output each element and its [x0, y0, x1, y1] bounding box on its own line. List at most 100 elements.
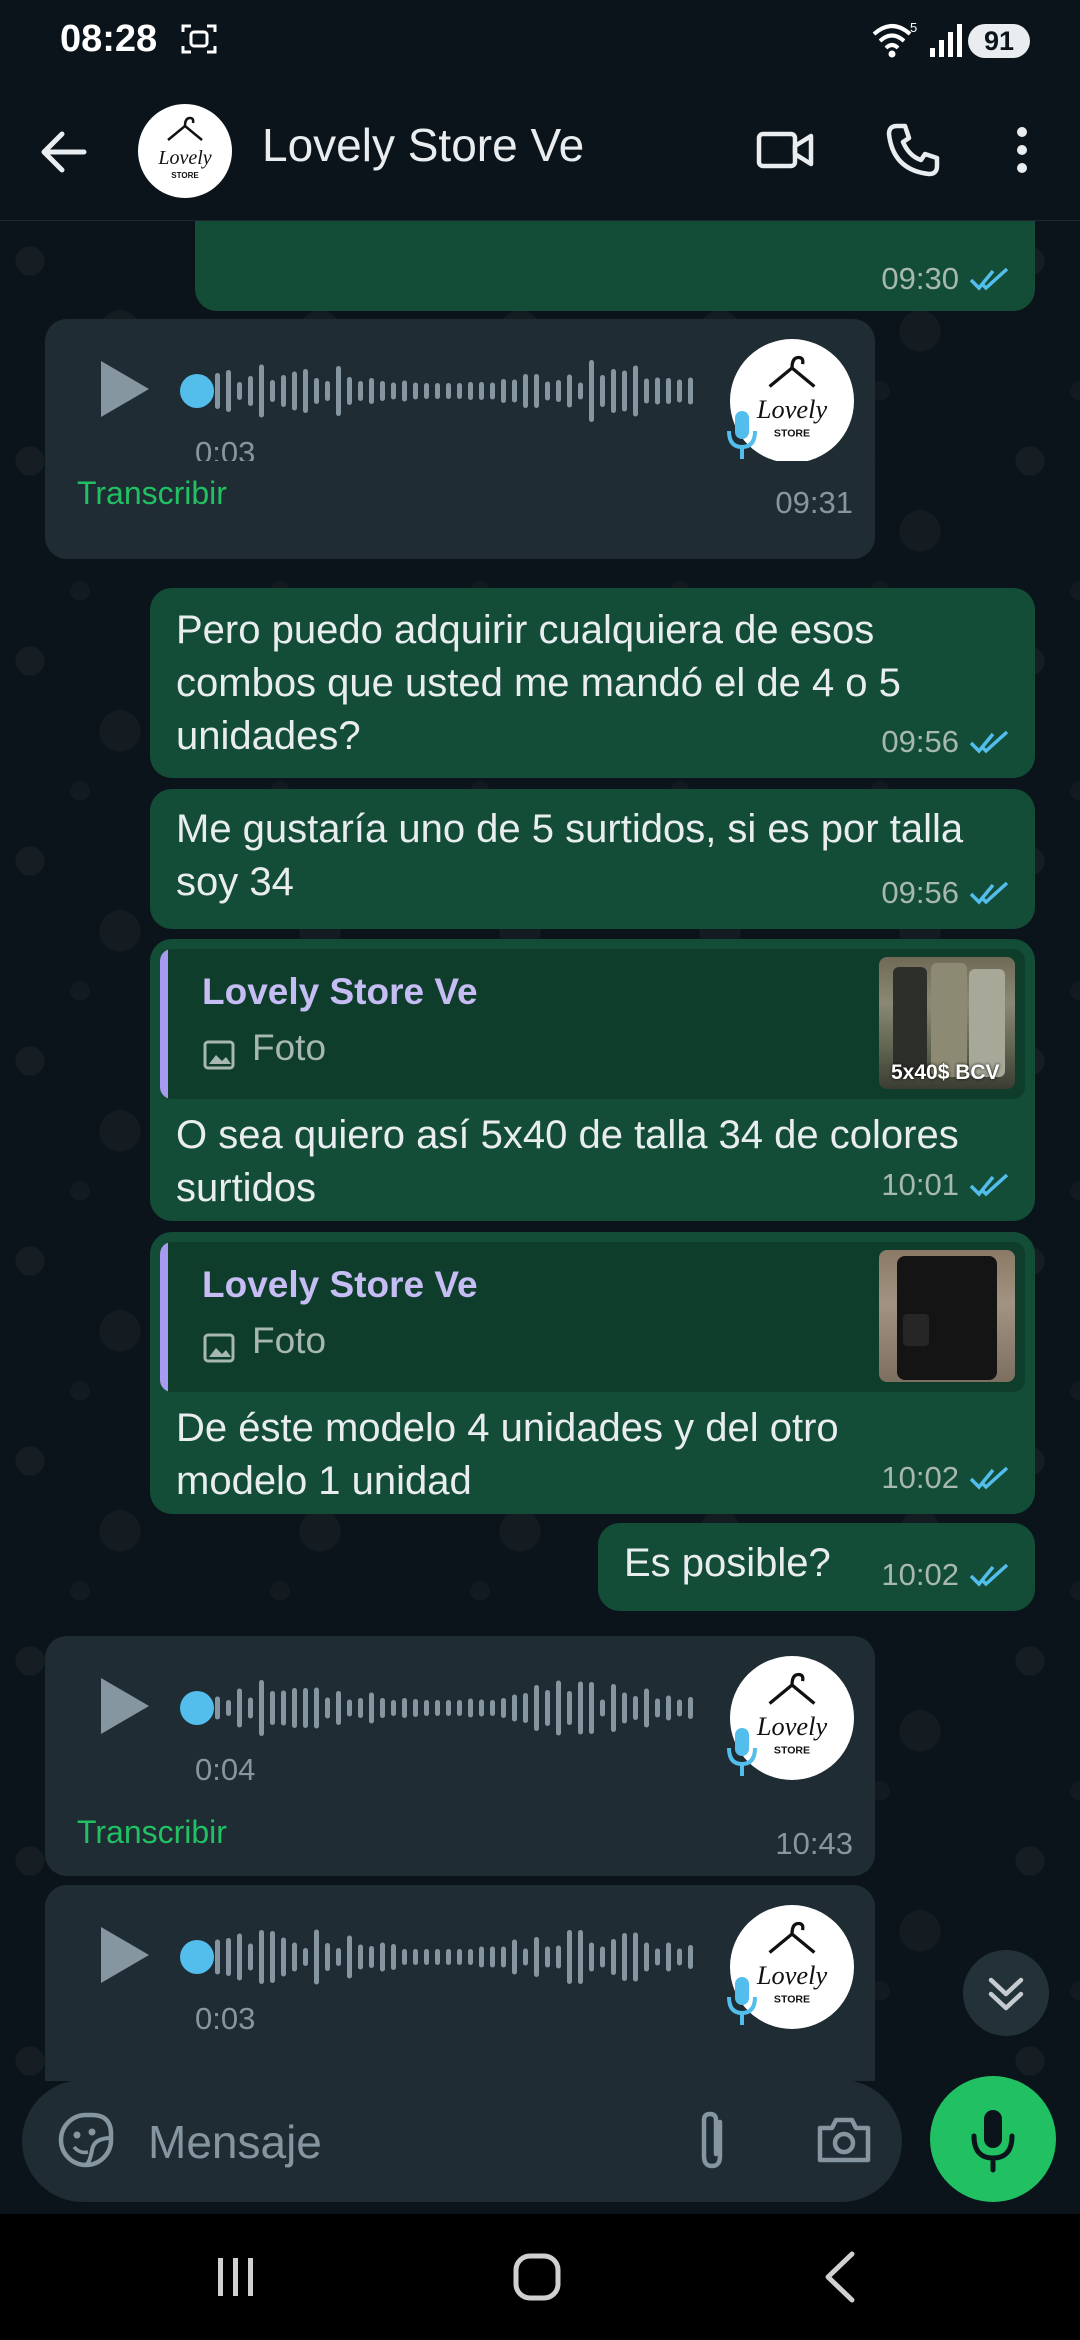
message-text: Pero puedo adquirir cualquiera de esos c… [176, 608, 901, 758]
message-time: 10:01 [881, 1167, 959, 1202]
playback-position[interactable] [180, 374, 214, 408]
mic-badge-icon [727, 1728, 757, 1776]
system-nav-bar [0, 2214, 1080, 2340]
double-check-icon [969, 1173, 1009, 1197]
play-icon[interactable] [97, 1676, 153, 1736]
contact-avatar[interactable]: Lovely STORE [138, 104, 232, 198]
message-time: 09:30 [881, 261, 959, 296]
store-logo: Lovely STORE [157, 116, 212, 180]
svg-text:Lovely: Lovely [756, 394, 828, 424]
waveform[interactable] [215, 1922, 705, 1992]
quoted-message[interactable]: Lovely Store Ve Foto [160, 1242, 1025, 1392]
message-time: 09:56 [881, 724, 959, 759]
message-composer [22, 2080, 902, 2202]
nav-back-icon[interactable] [820, 2250, 860, 2304]
svg-text:Lovely: Lovely [157, 147, 211, 169]
voice-message[interactable]: 0:03 Lovely STORE Transcribir [45, 319, 875, 479]
message-meta: 10:43 [775, 1826, 853, 1862]
voice-record-button[interactable] [930, 2076, 1056, 2202]
message-meta: 09:31 [775, 485, 853, 521]
double-check-icon [969, 881, 1009, 905]
reply-message[interactable]: Lovely Store Ve Foto De éste modelo 4 un… [150, 1232, 1035, 1514]
playback-position[interactable] [180, 1940, 214, 1974]
message-meta: 09:30 [881, 261, 1013, 297]
scroll-to-bottom-button[interactable] [963, 1950, 1049, 2036]
waveform[interactable] [215, 356, 705, 426]
quoted-sender: Lovely Store Ve [202, 1264, 478, 1305]
back-arrow-icon[interactable] [36, 124, 92, 180]
svg-text:5: 5 [910, 20, 917, 35]
mic-icon [971, 2110, 1015, 2173]
svg-text:STORE: STORE [774, 1994, 810, 2006]
chat-header: Lovely STORE Lovely Store Ve [0, 80, 1080, 221]
signal-icon [930, 24, 962, 57]
message-time: 10:43 [775, 1826, 853, 1861]
quoted-sender: Lovely Store Ve [202, 971, 478, 1012]
quoted-thumbnail: 5x40$ BCV [879, 957, 1015, 1089]
quoted-type: Foto [252, 1320, 327, 1361]
chat-area[interactable]: 09:30 0:03 Lovely STORE Transcribir Tran… [0, 221, 1080, 2081]
svg-text:Lovely: Lovely [756, 1960, 828, 1990]
reply-message[interactable]: Lovely Store Ve Foto 5x40$ BCV O sea qui… [150, 939, 1035, 1221]
quote-bar [160, 949, 168, 1099]
wifi-icon: 5 [872, 20, 917, 58]
transcribe-link[interactable]: Transcribir [77, 1814, 227, 1851]
message-input[interactable] [146, 2102, 670, 2182]
contact-name[interactable]: Lovely Store Ve [262, 118, 584, 172]
svg-text:Lovely: Lovely [756, 1711, 828, 1741]
play-icon[interactable] [97, 1925, 153, 1985]
message-time: 10:02 [881, 1557, 959, 1592]
message-meta: 10:02 [881, 1557, 1013, 1593]
svg-text:STORE: STORE [774, 428, 810, 440]
mic-badge-icon [727, 1977, 757, 2025]
double-check-icon [969, 1563, 1009, 1587]
message-meta: 10:01 [881, 1167, 1013, 1203]
message-text: Es posible? [624, 1541, 831, 1585]
message-bubble[interactable]: 09:30 [195, 221, 1035, 311]
message-meta: 09:56 [881, 724, 1013, 760]
transcribe-link[interactable]: Transcribir [77, 475, 227, 512]
nav-recents-icon[interactable] [214, 2254, 258, 2300]
message-time: 09:31 [775, 485, 853, 520]
message-bubble[interactable]: Me gustaría uno de 5 surtidos, si es por… [150, 789, 1035, 929]
attach-icon[interactable] [690, 2108, 734, 2174]
message-text: De éste modelo 4 unidades y del otro mod… [176, 1406, 839, 1503]
status-bar: 08:28 5 91 [0, 0, 1080, 80]
svg-text:STORE: STORE [171, 171, 199, 180]
message-bubble[interactable]: Es posible? 10:02 [598, 1523, 1035, 1611]
status-time: 08:28 [60, 18, 158, 60]
message-bubble[interactable]: Pero puedo adquirir cualquiera de esos c… [150, 588, 1035, 778]
photo-icon [203, 1333, 235, 1363]
svg-text:STORE: STORE [774, 1745, 810, 1757]
waveform[interactable] [215, 1673, 705, 1743]
voice-duration: 0:03 [195, 2001, 256, 2036]
phone-icon[interactable] [883, 120, 943, 180]
thumbnail-caption: 5x40$ BCV [891, 1061, 1000, 1084]
more-options-icon[interactable] [1004, 120, 1040, 180]
play-icon[interactable] [97, 359, 153, 419]
quoted-type: Foto [252, 1027, 327, 1068]
camera-icon[interactable] [814, 2114, 874, 2166]
battery-indicator: 91 [968, 24, 1030, 58]
voice-message[interactable]: 0:04 Lovely STORE Transcribir 10:43 [45, 1636, 875, 1876]
voice-duration: 0:04 [195, 1752, 256, 1787]
voice-message[interactable]: 0:03 Lovely STORE [45, 1885, 875, 2081]
message-text: Me gustaría uno de 5 surtidos, si es por… [176, 807, 964, 904]
double-check-icon [969, 267, 1009, 291]
video-call-icon[interactable] [755, 122, 817, 178]
quote-bar [160, 1242, 168, 1392]
message-meta: 10:02 [881, 1460, 1013, 1496]
double-check-icon [969, 1466, 1009, 1490]
message-meta: 09:56 [881, 875, 1013, 911]
nav-home-icon[interactable] [512, 2252, 562, 2302]
sticker-icon[interactable] [56, 2110, 116, 2170]
quoted-message[interactable]: Lovely Store Ve Foto 5x40$ BCV [160, 949, 1025, 1099]
photo-icon [203, 1040, 235, 1070]
message-time: 09:56 [881, 875, 959, 910]
double-check-icon [969, 730, 1009, 754]
message-time: 10:02 [881, 1460, 959, 1495]
mic-badge-icon [727, 411, 757, 459]
quoted-thumbnail [879, 1250, 1015, 1382]
playback-position[interactable] [180, 1691, 214, 1725]
message-text: O sea quiero así 5x40 de talla 34 de col… [176, 1113, 959, 1210]
